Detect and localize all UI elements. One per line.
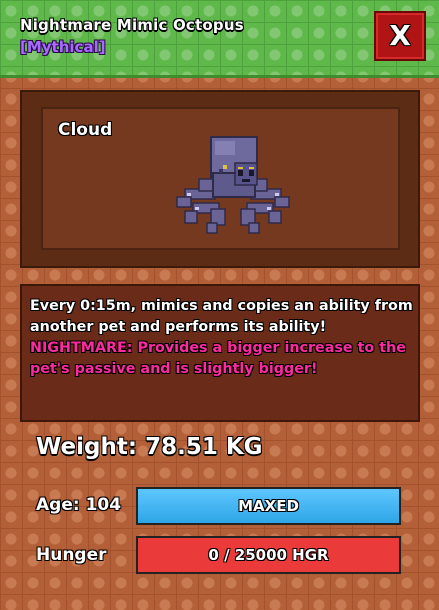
close-icon[interactable]: X: [376, 13, 424, 59]
age-progress-bar: MAXED: [136, 487, 401, 525]
hunger-progress-bar: 0 / 25000 HGR: [136, 536, 401, 574]
age-label: Age: 104: [36, 495, 122, 515]
pet-name-title: Nightmare Mimic Octopus: [20, 16, 244, 34]
hunger-bar-text: 0 / 25000 HGR: [208, 546, 329, 564]
ability-description: Every 0:15m, mimics and copies an abilit…: [30, 296, 416, 380]
header-bar: Nightmare Mimic Octopus [Mythical] X: [0, 0, 439, 78]
ability-description-box: Every 0:15m, mimics and copies an abilit…: [20, 284, 420, 422]
mutation-name: NIGHTMARE:: [30, 340, 133, 356]
rarity-badge: [Mythical]: [20, 38, 106, 56]
age-bar-text: MAXED: [238, 497, 299, 515]
weight-label: Weight: 78.51 KG: [36, 434, 263, 460]
pet-display-frame: Cloud: [20, 90, 420, 268]
ability-text: Every 0:15m, mimics and copies an abilit…: [30, 298, 413, 335]
close-button[interactable]: X: [374, 11, 426, 61]
hunger-label: Hunger: [36, 545, 107, 565]
pet-display-area: Cloud: [41, 107, 400, 250]
octopus-pet-image: [176, 136, 290, 234]
pet-info-panel: { "header": { "title": "Nightmare Mimic …: [0, 0, 439, 610]
pet-variant-label: Cloud: [58, 120, 113, 140]
